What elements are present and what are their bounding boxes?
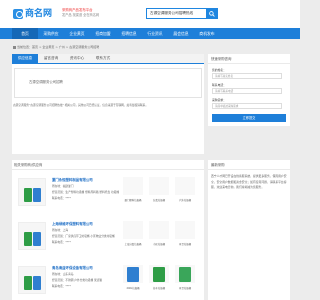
blue-bin-image: [33, 276, 41, 290]
breadcrumb: 当前位置：首页 > 企业黄页 > 广州 > 古源空调服务公司招聘: [13, 45, 99, 49]
tab-news[interactable]: 资讯中心: [64, 54, 90, 63]
company-link[interactable]: 青岛海益环保设备有限公司: [52, 265, 93, 270]
product-caption[interactable]: 户外垃圾桶: [173, 198, 197, 202]
name-label: 您的姓名：: [212, 68, 226, 72]
search-icon: [208, 10, 215, 17]
list-title: 相关采购商/供应商: [12, 160, 204, 170]
product-image[interactable]: [149, 265, 169, 283]
related-list: 相关采购商/供应商 厦门永恒塑料制品有限公司 所在地：福建厦门 经营范围：生产塑…: [12, 160, 204, 300]
tab-contact[interactable]: 联系方式: [90, 54, 116, 63]
nav-franchise[interactable]: 招商加盟: [90, 28, 116, 39]
breadcrumb-text[interactable]: 当前位置：首页 > 企业黄页 > 广州 > 古源空调服务公司招聘: [17, 45, 99, 49]
company-scope: 经营范围：厂家供应环卫垃圾桶 小区物业分类垃圾桶: [52, 234, 115, 238]
company-thumbnail[interactable]: [18, 178, 46, 206]
tab-supply[interactable]: 供应信息: [12, 54, 38, 63]
company-link[interactable]: 厦门永恒塑料制品有限公司: [52, 177, 93, 182]
company-scope: 经营范围：不锈钢 户外分类垃圾桶 果皮箱: [52, 278, 103, 282]
name-row: 您的姓名： 请填写真实姓名: [212, 68, 288, 79]
tab-message[interactable]: 留言咨询: [38, 54, 64, 63]
phone-label: 联系电话：: [212, 83, 226, 87]
main-nav: 首页 采购供应 企业黄页 招商加盟 招聘信息 行业资讯 展会信息 商机发布: [0, 28, 300, 39]
nav-publish[interactable]: 商机发布: [194, 28, 220, 39]
product-image[interactable]: [149, 221, 169, 239]
logo-text: 商名网: [25, 9, 53, 19]
company-link[interactable]: 上海绿维环保塑料有限公司: [52, 221, 93, 226]
site-logo[interactable]: 商名网: [13, 6, 55, 22]
inquiry-title: 快速采购咨询: [208, 54, 290, 64]
list-item: 青岛海益环保设备有限公司 所在地：山东青岛 经营范围：不锈钢 户外分类垃圾桶 果…: [12, 258, 204, 300]
company-tabs: 供应信息 留言咨询 资讯中心 联系方式: [12, 54, 204, 64]
nav-supply[interactable]: 采购供应: [38, 28, 64, 39]
product-image[interactable]: [175, 265, 195, 283]
company-name: 古源空调服务公司招聘: [29, 80, 63, 84]
product-caption[interactable]: 环卫垃圾桶: [173, 286, 197, 290]
need-field[interactable]: 请简单描述采购需求: [212, 103, 282, 109]
phone-row: 联系电话： 请填写联系电话: [212, 83, 288, 94]
nav-news[interactable]: 行业资讯: [142, 28, 168, 39]
product-caption[interactable]: 240L垃圾桶: [121, 286, 145, 290]
product-caption[interactable]: 挂车垃圾桶: [147, 286, 171, 290]
green-bin-image: [24, 232, 32, 246]
logo-icon: [13, 9, 23, 19]
name-field[interactable]: 请填写真实姓名: [212, 73, 282, 79]
list-item: 上海绿维环保塑料有限公司 所在地：上海 经营范围：厂家供应环卫垃圾桶 小区物业分…: [12, 214, 204, 258]
nav-expo[interactable]: 展会信息: [168, 28, 194, 39]
home-icon: [13, 45, 16, 49]
need-row: 采购需求： 请简单描述采购需求: [212, 98, 288, 109]
company-location: 所在地：福建厦门: [52, 184, 74, 188]
phone-field[interactable]: 请填写联系电话: [212, 88, 282, 94]
nav-yellow-pages[interactable]: 企业黄页: [64, 28, 90, 39]
product-caption[interactable]: 上海分类垃圾桶: [121, 242, 145, 246]
product-image[interactable]: [123, 265, 143, 283]
company-location: 所在地：山东青岛: [52, 272, 74, 276]
company-scope: 经营范围：生产塑料垃圾桶 塑料周转箱 塑料托盘 垃圾桶: [52, 190, 120, 194]
side-info-text: 西宁人才网已开设在线客服系统，提供更多服务，保障用户安全，安全用户数据和资金安全…: [211, 174, 287, 189]
company-main-panel: 供应信息 留言咨询 资讯中心 联系方式 古源空调服务公司招聘 古源空调服务"古源…: [12, 54, 204, 154]
product-caption[interactable]: 环卫垃圾桶: [173, 242, 197, 246]
header-slogan: 采购商产品发布平台 发产品 找渠道 全在商名网: [62, 8, 122, 18]
site-header: 商名网 采购商产品发布平台 发产品 找渠道 全在商名网: [0, 0, 300, 28]
company-thumbnail[interactable]: [18, 266, 46, 294]
green-bin-image: [24, 188, 32, 202]
company-location: 所在地：上海: [52, 228, 69, 232]
product-image[interactable]: [175, 221, 195, 239]
company-phone: 联系电话：****: [52, 196, 71, 200]
nav-jobs[interactable]: 招聘信息: [116, 28, 142, 39]
inquiry-form: 快速采购咨询 您的姓名： 请填写真实姓名 联系电话： 请填写联系电话 采购需求：…: [208, 54, 290, 126]
product-image[interactable]: [123, 221, 143, 239]
company-phone: 联系电话：****: [52, 240, 71, 244]
green-bin-image: [24, 276, 32, 290]
company-notice: 古源空调服务"古源空调服务公司招聘热线" 相关公司，其他公司已经认证。信息来源于…: [13, 103, 149, 107]
green-bin-image: [153, 267, 165, 282]
list-item: 厦门永恒塑料制品有限公司 所在地：福建厦门 经营范围：生产塑料垃圾桶 塑料周转箱…: [12, 170, 204, 214]
need-label: 采购需求：: [212, 98, 226, 102]
product-image[interactable]: [175, 177, 195, 195]
product-image[interactable]: [123, 177, 143, 195]
company-thumbnail[interactable]: [18, 222, 46, 250]
blue-bin-image: [33, 188, 41, 202]
blue-bin-image: [127, 267, 139, 282]
submit-button[interactable]: 立即提交: [212, 114, 286, 122]
product-caption[interactable]: 小区垃圾桶: [147, 242, 171, 246]
product-image[interactable]: [149, 177, 169, 195]
product-caption[interactable]: 厦门塑料垃圾桶: [121, 198, 145, 202]
company-summary: 古源空调服务公司招聘: [14, 68, 202, 98]
product-caption[interactable]: 分类垃圾桶: [147, 198, 171, 202]
search-button[interactable]: [206, 9, 217, 18]
green-bin-image: [179, 267, 191, 282]
side-info-panel: 最新采购 西宁人才网已开设在线客服系统，提供更多服务，保障用户安全，安全用户数据…: [208, 160, 290, 300]
nav-home[interactable]: 首页: [12, 28, 38, 39]
search-input[interactable]: [147, 9, 207, 18]
search-box: [146, 8, 218, 19]
slogan-line-2: 发产品 找渠道 全在商名网: [62, 13, 100, 17]
side-info-title: 最新采购: [208, 160, 290, 170]
company-phone: 联系电话：****: [52, 284, 71, 288]
blue-bin-image: [33, 232, 41, 246]
